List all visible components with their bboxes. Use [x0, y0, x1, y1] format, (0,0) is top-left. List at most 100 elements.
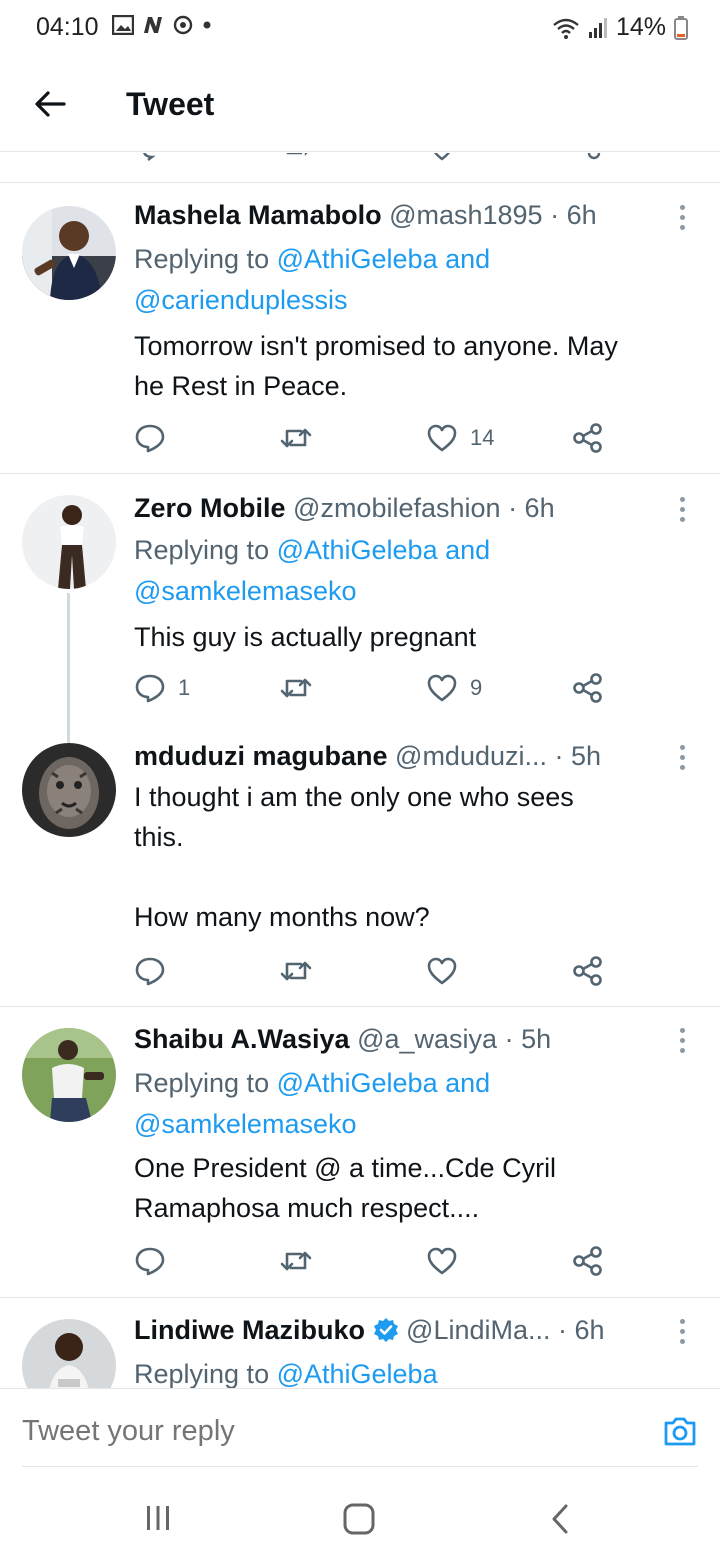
like-button[interactable]: 9 — [426, 668, 482, 708]
tweet-text: I thought i am the only one who sees thi… — [134, 782, 574, 932]
tweet-time: · 6h — [550, 200, 597, 230]
reply-button[interactable] — [134, 418, 178, 458]
tweet-time: · 6h — [508, 493, 555, 523]
author-name[interactable]: Shaibu A.Wasiya — [134, 1024, 350, 1054]
author-handle[interactable]: @a_wasiya — [357, 1024, 497, 1054]
dot-icon — [203, 21, 211, 29]
system-nav-bar — [0, 1480, 720, 1560]
mention-link[interactable]: @samkelemaseko — [134, 1109, 357, 1139]
tweet-actions — [134, 1241, 614, 1281]
like-button[interactable] — [426, 951, 470, 991]
tweet-text: This guy is actually pregnant — [134, 622, 477, 652]
tweet-time: · 5h — [504, 1024, 552, 1054]
author-name[interactable]: Mashela Mamabolo — [134, 200, 382, 230]
avatar[interactable] — [22, 495, 116, 589]
retweet-button[interactable] — [279, 418, 313, 458]
reply-icon[interactable] — [140, 153, 164, 161]
tweet-item[interactable]: Shaibu A.Wasiya @a_wasiya · 5h Replying … — [0, 1008, 720, 1298]
mention-link[interactable]: @AthiGeleba — [277, 1359, 438, 1388]
reply-icon — [135, 1247, 165, 1276]
retweet-button[interactable] — [279, 1241, 313, 1281]
author-name[interactable]: Lindiwe Mazibuko — [134, 1315, 365, 1345]
avatar[interactable] — [22, 743, 116, 837]
like-count: 9 — [470, 675, 483, 700]
battery-icon — [674, 15, 688, 40]
mention-link[interactable]: @AthiGeleba and — [277, 244, 491, 274]
more-icon[interactable] — [670, 1023, 694, 1057]
signal-icon — [588, 17, 607, 38]
reply-icon — [135, 674, 165, 703]
reply-feed[interactable]: Mashela Mamabolo @mash1895 · 6h Replying… — [0, 153, 720, 1388]
back-nav-icon[interactable] — [548, 1502, 572, 1536]
tweet-text: One President @ a time...Cde Cyril Ramap… — [134, 1153, 557, 1223]
tweet-header: Shaibu A.Wasiya @a_wasiya · 5h — [134, 1022, 660, 1056]
replying-prefix: Replying to — [134, 535, 277, 565]
verified-badge-icon — [373, 1318, 398, 1342]
share-icon[interactable] — [576, 153, 602, 161]
avatar[interactable] — [22, 1319, 116, 1388]
author-handle[interactable]: @zmobilefashion — [293, 493, 501, 523]
retweet-icon[interactable] — [286, 153, 312, 161]
retweet-icon — [280, 961, 312, 981]
replying-to: Replying to @AthiGeleba and @samkelemase… — [134, 1063, 490, 1145]
mention-link[interactable]: @samkelemaseko — [134, 576, 357, 606]
tweet-header: Mashela Mamabolo @mash1895 · 6h — [134, 198, 660, 232]
mention-link[interactable]: @carienduplessis — [134, 285, 348, 315]
tweet-time: · 5h — [554, 741, 602, 771]
tweet-header: mduduzi magubane @mduduzi... · 5h — [134, 739, 660, 773]
tweet-actions: 1 9 — [134, 668, 614, 708]
more-icon[interactable] — [670, 1314, 694, 1348]
like-icon — [427, 674, 457, 702]
reply-button[interactable] — [134, 951, 178, 991]
author-name[interactable]: Zero Mobile — [134, 493, 286, 523]
tweet-item[interactable]: Zero Mobile @zmobilefashion · 6h Replyin… — [0, 475, 720, 743]
previous-tweet-actions — [0, 153, 720, 183]
share-icon — [573, 673, 602, 703]
tweet-time: · 6h — [558, 1315, 605, 1345]
reply-button[interactable] — [134, 1241, 178, 1281]
avatar[interactable] — [22, 206, 116, 300]
home-icon[interactable] — [342, 1502, 376, 1536]
share-icon — [573, 1246, 602, 1276]
like-icon[interactable] — [430, 153, 454, 161]
share-button[interactable] — [572, 951, 604, 991]
app-header: Tweet — [0, 56, 720, 152]
reply-button[interactable]: 1 — [134, 668, 190, 708]
thread-line — [67, 593, 70, 743]
tweet-header: Lindiwe Mazibuko @LindiMa... · 6h — [134, 1313, 660, 1347]
status-right: 14% — [552, 13, 688, 42]
share-icon — [573, 956, 602, 986]
like-icon — [427, 957, 457, 985]
like-button[interactable]: 14 — [426, 418, 494, 458]
camera-icon[interactable] — [662, 1413, 698, 1449]
more-icon[interactable] — [670, 200, 694, 234]
avatar[interactable] — [22, 1028, 116, 1122]
author-name[interactable]: mduduzi magubane — [134, 741, 388, 771]
tweet-item[interactable]: Lindiwe Mazibuko @LindiMa... · 6h Replyi… — [0, 1299, 720, 1388]
replying-prefix: Replying to — [134, 1359, 277, 1388]
more-icon[interactable] — [670, 492, 694, 526]
tweet-item[interactable]: mduduzi magubane @mduduzi... · 5h I thou… — [0, 725, 720, 1007]
retweet-button[interactable] — [279, 951, 313, 991]
replying-to: Replying to @AthiGeleba and @carienduple… — [134, 239, 490, 321]
back-arrow-icon[interactable] — [30, 84, 70, 124]
divider — [22, 1466, 698, 1467]
like-button[interactable] — [426, 1241, 470, 1281]
more-icon[interactable] — [670, 740, 694, 774]
like-icon — [427, 1247, 457, 1275]
share-button[interactable] — [572, 1241, 604, 1281]
mention-link[interactable]: @AthiGeleba and — [277, 1068, 491, 1098]
recent-apps-icon[interactable] — [144, 1502, 172, 1534]
retweet-button[interactable] — [279, 668, 313, 708]
share-button[interactable] — [572, 418, 604, 458]
author-handle[interactable]: @mash1895 — [389, 200, 543, 230]
mention-link[interactable]: @AthiGeleba and — [277, 535, 491, 565]
reply-count: 1 — [178, 675, 191, 700]
tweet-actions — [134, 951, 614, 991]
tweet-item[interactable]: Mashela Mamabolo @mash1895 · 6h Replying… — [0, 184, 720, 474]
author-handle[interactable]: @LindiMa... — [406, 1315, 550, 1345]
reply-input[interactable] — [22, 1415, 582, 1448]
share-button[interactable] — [572, 668, 604, 708]
author-handle[interactable]: @mduduzi... — [395, 741, 547, 771]
notification-icons — [112, 14, 212, 36]
